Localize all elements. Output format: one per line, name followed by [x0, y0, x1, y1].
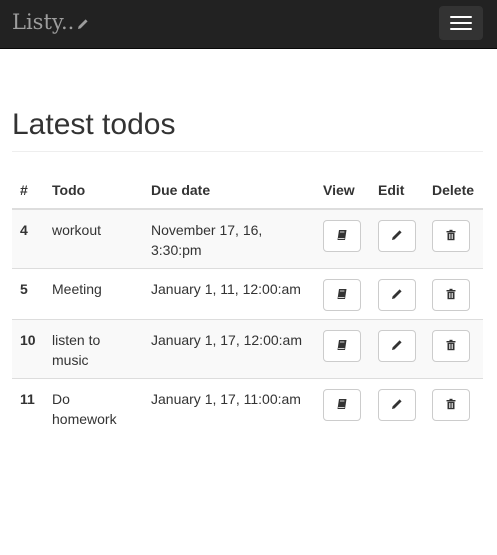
todo-id: 4 [12, 208, 44, 269]
edit-cell [370, 378, 424, 437]
edit-cell [370, 208, 424, 269]
todo-due-date: January 1, 11, 12:00:am [143, 268, 315, 320]
hamburger-menu-icon [450, 28, 472, 30]
todo-text: listen to music [44, 319, 143, 379]
view-button[interactable] [323, 389, 361, 421]
delete-button[interactable] [432, 389, 470, 421]
book-icon [336, 285, 348, 305]
todos-table: # Todo Due date View Edit Delete 4 worko… [12, 171, 483, 437]
delete-button[interactable] [432, 330, 470, 362]
view-cell [315, 268, 370, 320]
column-header-todo: Todo [44, 171, 143, 210]
delete-cell [424, 268, 483, 320]
book-icon [336, 226, 348, 246]
delete-button[interactable] [432, 279, 470, 311]
todo-due-date: November 17, 16, 3:30:pm [143, 208, 315, 269]
table-row: 4 workout November 17, 16, 3:30:pm [12, 208, 483, 269]
brand-text: Listy.. [12, 10, 75, 34]
edit-cell [370, 319, 424, 379]
delete-cell [424, 319, 483, 379]
table-row: 11 Do homework January 1, 17, 11:00:am [12, 378, 483, 437]
pencil-icon [77, 18, 89, 30]
table-body: 4 workout November 17, 16, 3:30:pm 5 Mee… [12, 208, 483, 437]
edit-button[interactable] [378, 279, 416, 311]
view-cell [315, 208, 370, 269]
todo-due-date: January 1, 17, 11:00:am [143, 378, 315, 437]
pencil-icon [391, 395, 403, 415]
column-header-edit: Edit [370, 171, 424, 210]
trash-icon [445, 285, 457, 305]
navbar: Listy.. [0, 0, 497, 49]
todo-text: Do homework [44, 378, 143, 437]
table-row: 5 Meeting January 1, 11, 12:00:am [12, 268, 483, 320]
column-header-number: # [12, 171, 44, 210]
todo-text: workout [44, 208, 143, 269]
view-cell [315, 378, 370, 437]
brand-link[interactable]: Listy.. [12, 10, 89, 34]
todo-id: 11 [12, 378, 44, 437]
hamburger-menu-icon [450, 16, 472, 18]
todo-id: 5 [12, 268, 44, 320]
book-icon [336, 336, 348, 356]
edit-button[interactable] [378, 389, 416, 421]
delete-cell [424, 208, 483, 269]
table-row: 10 listen to music January 1, 17, 12:00:… [12, 319, 483, 379]
trash-icon [445, 395, 457, 415]
page-title: Latest todos [12, 108, 176, 141]
pencil-icon [391, 226, 403, 246]
todo-id: 10 [12, 319, 44, 379]
edit-cell [370, 268, 424, 320]
trash-icon [445, 226, 457, 246]
column-header-due-date: Due date [143, 171, 315, 210]
view-cell [315, 319, 370, 379]
delete-cell [424, 378, 483, 437]
delete-button[interactable] [432, 220, 470, 252]
view-button[interactable] [323, 279, 361, 311]
edit-button[interactable] [378, 220, 416, 252]
pencil-icon [391, 285, 403, 305]
book-icon [336, 395, 348, 415]
title-divider [12, 151, 483, 152]
column-header-view: View [315, 171, 370, 210]
edit-button[interactable] [378, 330, 416, 362]
trash-icon [445, 336, 457, 356]
pencil-icon [391, 336, 403, 356]
todo-text: Meeting [44, 268, 143, 320]
navbar-toggle-button[interactable] [439, 6, 483, 40]
hamburger-menu-icon [450, 22, 472, 24]
table-header-row: # Todo Due date View Edit Delete [12, 171, 483, 210]
column-header-delete: Delete [424, 171, 483, 210]
todo-due-date: January 1, 17, 12:00:am [143, 319, 315, 379]
view-button[interactable] [323, 220, 361, 252]
view-button[interactable] [323, 330, 361, 362]
